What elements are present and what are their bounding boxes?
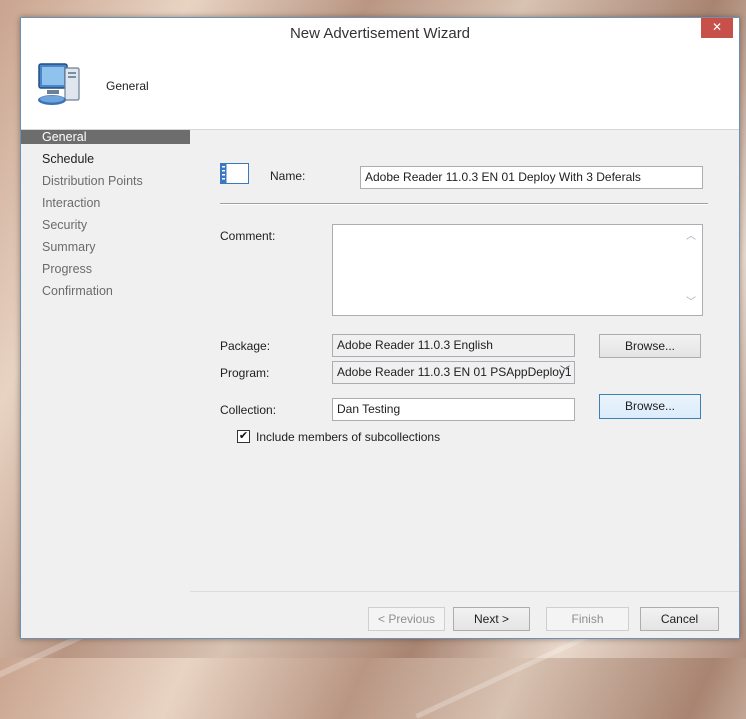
sidebar-item-label: Interaction	[42, 196, 101, 210]
finish-button[interactable]: Finish	[546, 607, 629, 631]
sidebar-item-label: Distribution Points	[42, 174, 143, 188]
advertisement-icon	[220, 163, 249, 184]
scroll-up-icon[interactable]: ︿	[686, 227, 696, 247]
sidebar-item-distribution-points[interactable]: Distribution Points	[21, 170, 190, 192]
program-select[interactable]: Adobe Reader 11.0.3 EN 01 PSAppDeploy1 ﹀	[332, 361, 575, 384]
sidebar-item-security[interactable]: Security	[21, 214, 190, 236]
sidebar-item-progress[interactable]: Progress	[21, 258, 190, 280]
checkmark-icon: ✔	[238, 430, 249, 442]
previous-button[interactable]: < Previous	[368, 607, 445, 631]
program-label: Program:	[220, 366, 270, 380]
cancel-button[interactable]: Cancel	[640, 607, 719, 631]
sidebar-item-label: Schedule	[42, 152, 95, 166]
collection-input[interactable]: Dan Testing	[332, 398, 575, 421]
include-subcollections-label[interactable]: Include members of subcollections	[256, 430, 440, 444]
window-title: New Advertisement Wizard	[289, 25, 471, 42]
header-title: General	[106, 79, 149, 93]
collection-browse-button[interactable]: Browse...	[599, 394, 701, 419]
name-input[interactable]: Adobe Reader 11.0.3 EN 01 Deploy With 3 …	[360, 166, 703, 189]
name-label: Name:	[270, 169, 306, 183]
sidebar-item-label: General	[42, 130, 87, 144]
sidebar-item-label: Progress	[42, 262, 93, 276]
sidebar-item-label: Confirmation	[42, 284, 113, 298]
comment-textarea[interactable]: ︿ ﹀	[332, 224, 703, 316]
name-separator-highlight	[220, 204, 708, 205]
wizard-steps-sidebar: General Schedule Distribution Points Int…	[21, 130, 190, 638]
chevron-down-icon[interactable]: ﹀	[560, 362, 570, 382]
include-subcollections-checkbox[interactable]: ✔	[237, 430, 250, 443]
wizard-window: New Advertisement Wizard ✕ General Gener…	[20, 17, 740, 639]
collection-label: Collection:	[220, 403, 277, 417]
package-field: Adobe Reader 11.0.3 English	[332, 334, 575, 357]
sidebar-item-label: Security	[42, 218, 88, 232]
package-browse-button[interactable]: Browse...	[599, 334, 701, 358]
close-button[interactable]: ✕	[701, 18, 733, 38]
sidebar-item-interaction[interactable]: Interaction	[21, 192, 190, 214]
computer-icon	[38, 63, 80, 105]
next-button[interactable]: Next >	[453, 607, 530, 631]
scroll-down-icon[interactable]: ﹀	[686, 293, 696, 313]
wizard-content: Name: Adobe Reader 11.0.3 EN 01 Deploy W…	[190, 130, 739, 638]
sidebar-item-schedule[interactable]: Schedule	[21, 148, 190, 170]
comment-label: Comment:	[220, 229, 276, 243]
sidebar-item-summary[interactable]: Summary	[21, 236, 190, 258]
program-selected-value: Adobe Reader 11.0.3 EN 01 PSAppDeploy1	[337, 365, 572, 379]
window-titlebar[interactable]: New Advertisement Wizard ✕	[21, 18, 739, 48]
sidebar-item-label: Summary	[42, 240, 96, 254]
package-label: Package:	[220, 339, 271, 353]
wizard-header: General	[21, 48, 739, 130]
sidebar-item-general[interactable]: General	[21, 130, 190, 144]
close-icon: ✕	[711, 20, 723, 34]
footer-separator	[190, 591, 739, 592]
sidebar-item-confirmation[interactable]: Confirmation	[21, 280, 190, 302]
